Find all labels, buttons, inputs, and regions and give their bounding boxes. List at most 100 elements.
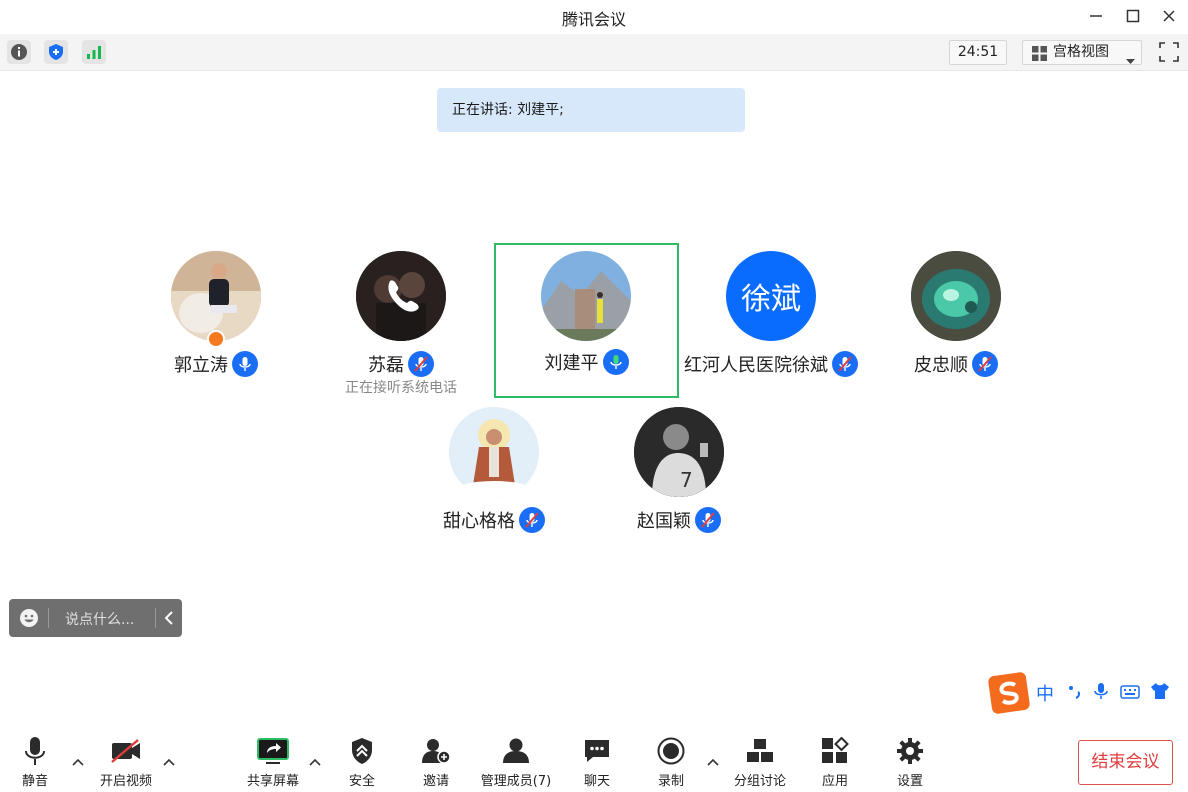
close-button[interactable] <box>1155 4 1183 28</box>
share-label: 共享屏幕 <box>246 774 299 789</box>
mic-muted-icon <box>408 351 434 377</box>
mic-muted-icon <box>695 507 721 533</box>
mic-muted-icon <box>972 351 998 377</box>
video-options-caret-icon[interactable] <box>161 754 177 770</box>
avatar <box>541 251 631 341</box>
participant-tile[interactable]: 郭立涛 <box>124 245 308 401</box>
settings-button[interactable]: 设置 <box>875 736 945 790</box>
participant-name: 苏磊 <box>368 355 404 376</box>
sogou-logo-icon[interactable] <box>987 671 1031 715</box>
avatar <box>449 407 539 497</box>
record-icon <box>636 736 706 766</box>
host-badge-icon <box>207 330 225 348</box>
dropdown-arrow-icon <box>1126 50 1135 73</box>
participant-tile[interactable]: 7 赵国颖 <box>587 401 771 557</box>
avatar <box>911 251 1001 341</box>
participant-name: 赵国颖 <box>637 511 691 532</box>
shield-icon[interactable] <box>44 40 68 64</box>
participant-tile[interactable]: 皮忠顺 <box>864 245 1048 401</box>
participant-status: 正在接听系统电话 <box>345 380 457 396</box>
participant-name: 甜心格格 <box>443 511 515 532</box>
info-icon[interactable] <box>7 40 31 64</box>
microphone-icon <box>0 736 70 766</box>
fullscreen-icon[interactable] <box>1157 40 1181 64</box>
participant-name: 皮忠顺 <box>914 355 968 376</box>
mute-button[interactable]: 静音 <box>0 736 70 790</box>
participant-name: 红河人民医院徐斌 <box>684 355 828 376</box>
grid-icon <box>1032 46 1047 69</box>
invite-button[interactable]: 邀请 <box>401 736 471 790</box>
punctuation-icon[interactable] <box>1068 683 1082 703</box>
chat-placeholder: 说点什么... <box>65 612 135 628</box>
participant-tile[interactable]: 苏磊 正在接听系统电话 <box>309 245 493 401</box>
avatar-initials: 徐斌 <box>741 282 801 317</box>
start-video-button[interactable]: 开启视频 <box>91 736 161 790</box>
maximize-button[interactable] <box>1119 4 1147 28</box>
security-shield-icon <box>327 736 397 766</box>
chat-button[interactable]: 聊天 <box>562 736 632 790</box>
view-mode-select[interactable]: 宫格视图 <box>1022 40 1142 65</box>
invite-user-icon <box>401 736 471 766</box>
avatar: 徐斌 <box>726 251 816 341</box>
mic-icon <box>232 351 258 377</box>
invite-label: 邀请 <box>422 774 449 789</box>
bottom-control-bar: 静音 开启视频 共享屏幕 安全 邀请 管理成员(7) 聊天 录制 分组讨论 应用… <box>0 730 1188 792</box>
title-bar: 腾讯会议 <box>0 0 1188 32</box>
speaking-banner: 正在讲话: 刘建平; <box>437 88 745 132</box>
avatar <box>171 251 261 341</box>
signal-icon[interactable] <box>82 40 106 64</box>
security-button[interactable]: 安全 <box>327 736 397 790</box>
ime-toolbar: 中 <box>987 671 1188 715</box>
gear-icon <box>875 736 945 766</box>
participant-tile-active[interactable]: 刘建平 <box>494 243 679 398</box>
apps-button[interactable]: 应用 <box>800 736 870 790</box>
record-options-caret-icon[interactable] <box>705 754 721 770</box>
meeting-toolbar: 24:51 宫格视图 <box>0 34 1188 71</box>
video-label: 开启视频 <box>99 774 152 789</box>
participant-tile[interactable]: 徐斌 红河人民医院徐斌 <box>679 245 863 401</box>
divider <box>48 608 49 628</box>
emoji-icon[interactable] <box>19 608 39 632</box>
view-mode-label: 宫格视图 <box>1053 44 1109 60</box>
participant-tile[interactable]: 甜心格格 <box>402 401 586 557</box>
ime-lang[interactable]: 中 <box>1036 680 1054 706</box>
breakout-label: 分组讨论 <box>733 774 786 789</box>
manage-members-button[interactable]: 管理成员(7) <box>474 736 558 790</box>
security-label: 安全 <box>348 774 375 789</box>
share-options-caret-icon[interactable] <box>307 754 323 770</box>
chat-quick-input[interactable]: 说点什么... <box>9 599 182 637</box>
audio-options-caret-icon[interactable] <box>70 754 86 770</box>
members-label: 管理成员(7) <box>480 774 552 789</box>
share-screen-icon <box>238 736 308 766</box>
record-button[interactable]: 录制 <box>636 736 706 790</box>
collapse-icon[interactable] <box>163 610 175 630</box>
mic-muted-icon <box>519 507 545 533</box>
share-screen-button[interactable]: 共享屏幕 <box>238 736 308 790</box>
members-icon <box>474 736 558 766</box>
apps-icon <box>800 736 870 766</box>
meeting-timer: 24:51 <box>949 40 1007 65</box>
mic-muted-icon <box>832 351 858 377</box>
window-title: 腾讯会议 <box>561 10 626 29</box>
end-meeting-button[interactable]: 结束会议 <box>1078 740 1173 785</box>
keyboard-icon[interactable] <box>1120 684 1140 703</box>
minimize-button[interactable] <box>1082 4 1110 28</box>
breakout-icon <box>725 736 795 766</box>
skin-shirt-icon[interactable] <box>1150 682 1170 704</box>
participant-name: 刘建平 <box>544 353 599 374</box>
svg-text:7: 7 <box>680 468 693 492</box>
chat-label: 聊天 <box>583 774 610 789</box>
avatar: 7 <box>634 407 724 497</box>
divider <box>155 608 156 628</box>
breakout-rooms-button[interactable]: 分组讨论 <box>725 736 795 790</box>
mic-speaking-icon <box>602 349 629 375</box>
settings-label: 设置 <box>896 774 923 789</box>
camera-off-icon <box>91 736 161 766</box>
chat-bubble-icon <box>562 736 632 766</box>
record-label: 录制 <box>657 774 684 789</box>
voice-input-icon[interactable] <box>1094 682 1108 704</box>
apps-label: 应用 <box>821 774 848 789</box>
mute-label: 静音 <box>21 774 48 789</box>
participant-name: 郭立涛 <box>174 355 228 376</box>
avatar <box>356 251 446 341</box>
